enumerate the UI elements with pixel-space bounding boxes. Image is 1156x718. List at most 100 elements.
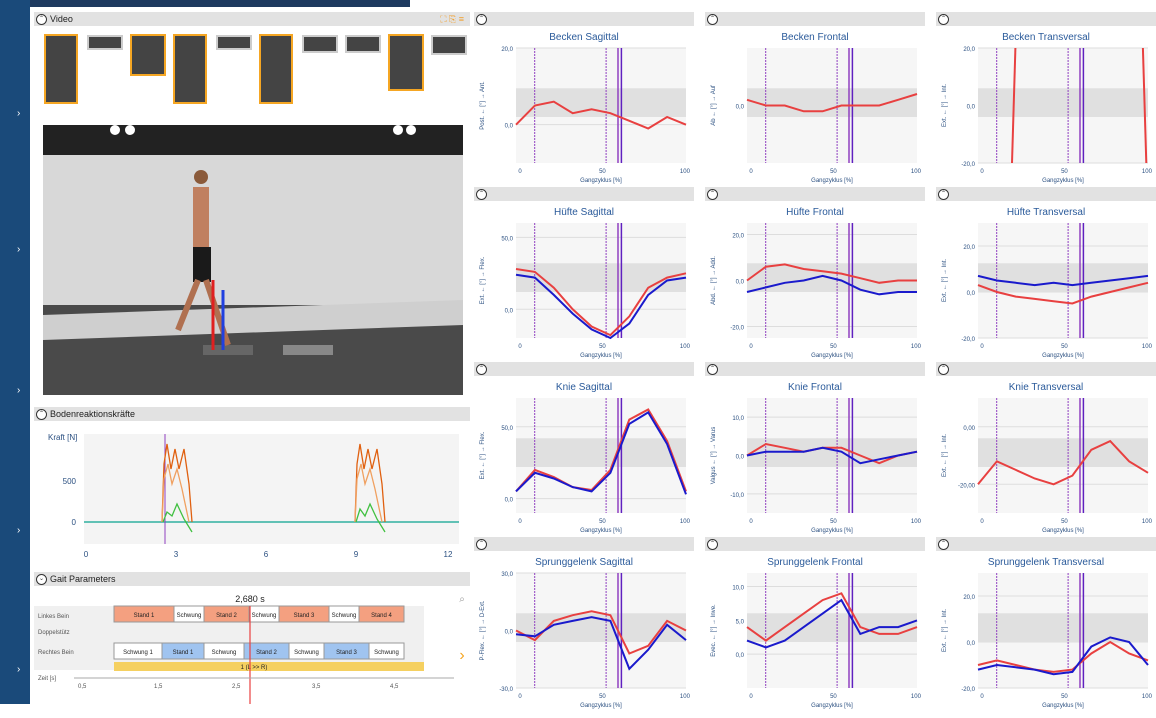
video-thumbnail[interactable] bbox=[431, 35, 467, 55]
left-leg-phase[interactable]: Stand 3 bbox=[278, 605, 330, 623]
left-leg-phase[interactable]: Stand 1 bbox=[113, 605, 175, 623]
video-thumbnail[interactable] bbox=[388, 34, 424, 91]
x-tick: 100 bbox=[680, 519, 691, 525]
phase-label: Stand 2 bbox=[256, 650, 277, 656]
right-leg-phase[interactable]: Stand 3 bbox=[323, 642, 370, 660]
video-thumbnail[interactable] bbox=[44, 34, 78, 104]
y-tick: 20,0 bbox=[963, 245, 975, 251]
x-tick: 0 bbox=[749, 344, 753, 350]
normal-band bbox=[978, 438, 1148, 467]
gait-parameters-chart[interactable]: 2,680 s ⌕ Linkes Bein Doppelstütz Rechte… bbox=[34, 588, 470, 704]
right-leg-phase[interactable]: Stand 2 bbox=[243, 642, 290, 660]
joint-angle-chart[interactable]: Knie Frontal Valgus ← [°] → Varus 10,0 0,0 -… bbox=[705, 378, 925, 543]
joint-angle-chart[interactable]: Knie Sagittal Ext. ← [°] → Flex. 50,0 0,0 0 5… bbox=[474, 378, 694, 543]
collapse-icon[interactable]: ⌃ bbox=[938, 538, 949, 550]
collapse-icon[interactable]: ⌃ bbox=[938, 13, 949, 25]
x-tick: 50 bbox=[599, 694, 606, 700]
video-toolbar-icons[interactable]: ⛶ ⎘ ≡ bbox=[440, 14, 464, 25]
joint-angle-chart[interactable]: Hüfte Transversal Ext. ← [°] → Int. 20,0 0,… bbox=[936, 203, 1156, 368]
joint-angle-chart[interactable]: Knie Transversal Ext. ← [°] → Int. 0,00 -20… bbox=[936, 378, 1156, 543]
expand-chevron-icon[interactable]: › bbox=[17, 525, 20, 536]
grf-ytick: 0 bbox=[72, 518, 77, 527]
video-thumbnail[interactable] bbox=[259, 34, 293, 104]
chart-xlabel: Gangzyklus [%] bbox=[1042, 178, 1084, 184]
joint-angle-chart[interactable]: Hüfte Frontal Abd. ← [°] → Add. 20,0 0,0 -20… bbox=[705, 203, 925, 368]
left-leg-phase[interactable]: Schwung bbox=[328, 605, 360, 623]
left-leg-phase[interactable]: Schwung bbox=[248, 605, 280, 623]
x-tick: 50 bbox=[830, 519, 837, 525]
collapse-icon[interactable]: ⌃ bbox=[476, 13, 487, 25]
joint-angle-chart[interactable]: Sprunggelenk Transversal Ext. ← [°] → Int… bbox=[936, 553, 1156, 718]
x-tick: 50 bbox=[599, 519, 606, 525]
grf-title: Bodenreaktionskräfte bbox=[50, 409, 136, 419]
right-leg-phase[interactable]: Schwung 1 bbox=[113, 642, 163, 660]
video-thumbnail[interactable] bbox=[345, 35, 381, 53]
x-tick: 0 bbox=[749, 519, 753, 525]
chart-title: Knie Frontal bbox=[788, 382, 842, 393]
grf-ytick: 500 bbox=[63, 477, 77, 486]
collapse-icon[interactable]: ⌃ bbox=[707, 13, 718, 25]
joint-angle-chart[interactable]: Becken Transversal Ext. ← [°] → Int. 20,0 0… bbox=[936, 28, 1156, 193]
y-tick: 20,0 bbox=[963, 595, 975, 601]
chart-xlabel: Gangzyklus [%] bbox=[580, 178, 622, 184]
expand-chevron-icon[interactable]: › bbox=[17, 385, 20, 396]
next-arrow-icon[interactable]: › bbox=[459, 647, 464, 664]
collapse-icon[interactable]: ⌃ bbox=[476, 538, 487, 550]
collapse-icon[interactable]: ⌃ bbox=[707, 538, 718, 550]
right-leg-phase[interactable]: Schwung bbox=[288, 642, 325, 660]
time-axis-label: Zeit [s] bbox=[38, 676, 56, 682]
zoom-icon[interactable]: ⌕ bbox=[459, 594, 465, 605]
video-thumbnail[interactable] bbox=[173, 34, 207, 104]
chart-panel-header: ⌃ bbox=[705, 537, 925, 551]
y-tick: 0,0 bbox=[505, 308, 514, 314]
y-tick: -20,0 bbox=[961, 687, 975, 693]
phase-label: Stand 1 bbox=[134, 613, 155, 619]
video-thumbnail[interactable] bbox=[302, 35, 338, 53]
joint-angle-chart[interactable]: Sprunggelenk Frontal Evec. ← [°] → Inve. 1… bbox=[705, 553, 925, 718]
expand-chevron-icon[interactable]: › bbox=[17, 108, 20, 119]
left-leg-phase[interactable]: Stand 2 bbox=[203, 605, 250, 623]
joint-angle-chart[interactable]: Hüfte Sagittal Ext. ← [°] → Flex. 50,0 0,0 0… bbox=[474, 203, 694, 368]
joint-angle-chart[interactable]: Becken Sagittal Post. ← [°] → Ant. 20,0 0,0… bbox=[474, 28, 694, 193]
collapse-icon[interactable]: ⌃ bbox=[707, 363, 718, 375]
video-thumbnail[interactable] bbox=[130, 34, 166, 76]
expand-chevron-icon[interactable]: › bbox=[17, 244, 20, 255]
x-tick: 0 bbox=[980, 169, 984, 175]
x-tick: 50 bbox=[1061, 519, 1068, 525]
x-tick: 50 bbox=[830, 694, 837, 700]
right-leg-phase[interactable]: Schwung bbox=[368, 642, 405, 660]
left-leg-phase[interactable]: Stand 4 bbox=[358, 605, 405, 623]
collapse-icon[interactable]: ⌃ bbox=[476, 188, 487, 200]
grf-chart[interactable]: Kraft [N] 500 0 0 3 6 9 12 bbox=[34, 424, 470, 564]
joint-angle-chart[interactable]: Becken Frontal Ab ← [°] → Auf 0,0 0 50 100 Gan… bbox=[705, 28, 925, 193]
collapse-icon[interactable]: ⌃ bbox=[938, 363, 949, 375]
collapse-icon[interactable]: ⌃ bbox=[36, 13, 47, 25]
right-leg-phase[interactable]: Stand 1 bbox=[161, 642, 205, 660]
video-thumbnail[interactable] bbox=[216, 35, 252, 50]
collapse-icon[interactable]: ⌃ bbox=[476, 363, 487, 375]
video-frame[interactable] bbox=[43, 125, 463, 395]
y-tick: 0,0 bbox=[505, 498, 514, 504]
x-tick: 100 bbox=[680, 169, 691, 175]
normal-band bbox=[978, 88, 1148, 117]
left-leg-phase[interactable]: Schwung bbox=[173, 605, 205, 623]
x-tick: 0 bbox=[749, 169, 753, 175]
video-panel-header: ⌃ Video ⛶ ⎘ ≡ bbox=[34, 12, 470, 26]
y-tick: 0,0 bbox=[967, 641, 976, 647]
x-tick: 50 bbox=[1061, 344, 1068, 350]
video-thumbnail[interactable] bbox=[87, 35, 123, 50]
x-tick: 50 bbox=[599, 169, 606, 175]
collapse-icon[interactable]: ⌄ bbox=[36, 573, 47, 585]
collapse-icon[interactable]: ⌃ bbox=[938, 188, 949, 200]
right-leg-phase[interactable]: Schwung bbox=[203, 642, 245, 660]
x-tick: 0 bbox=[518, 519, 522, 525]
expand-chevron-icon[interactable]: › bbox=[17, 664, 20, 675]
chart-ylabel: Ext. ← [°] → Int. bbox=[942, 84, 948, 127]
gait-title: Gait Parameters bbox=[50, 574, 116, 584]
joint-angle-chart[interactable]: Sprunggelenk Sagittal P-Flex. ← [°] → D-E… bbox=[474, 553, 694, 718]
x-tick: 100 bbox=[1142, 694, 1153, 700]
chart-ylabel: Evec. ← [°] → Inve. bbox=[711, 604, 717, 657]
collapse-icon[interactable]: ⌃ bbox=[36, 408, 47, 420]
collapse-icon[interactable]: ⌃ bbox=[707, 188, 718, 200]
x-tick: 100 bbox=[1142, 519, 1153, 525]
